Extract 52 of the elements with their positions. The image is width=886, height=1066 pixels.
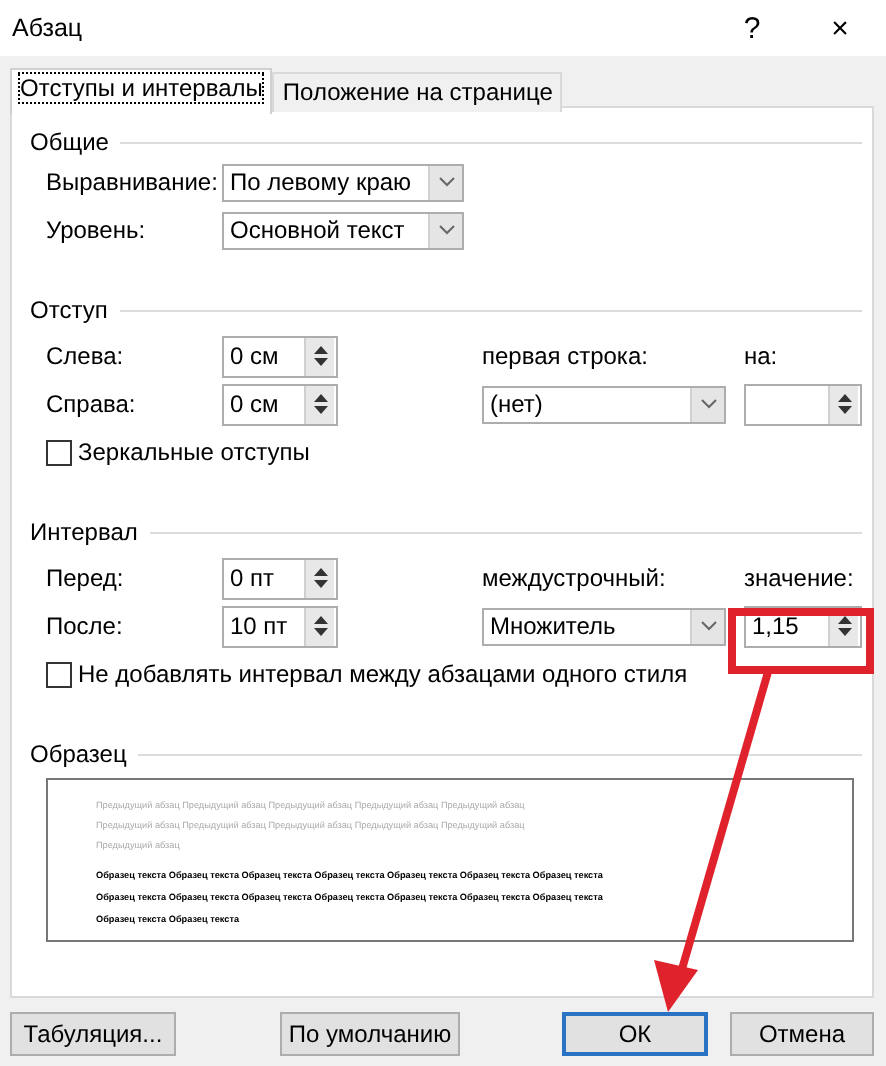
down-arrow-icon[interactable] [311,404,329,416]
window-title: Абзац [12,14,83,42]
checkbox[interactable] [46,439,72,465]
field-label: междустрочный: [482,564,668,592]
field-label: Справа: [46,390,138,418]
up-arrow-icon[interactable] [835,614,853,626]
field-label: значение: [744,564,856,592]
chevron-down-icon[interactable] [699,620,717,632]
up-arrow-icon[interactable] [311,614,329,626]
up-arrow-icon[interactable] [311,566,329,578]
help-button[interactable]: ? [722,11,782,45]
group-title: Образец [30,740,127,768]
up-arrow-icon[interactable] [311,344,329,356]
up-arrow-icon[interactable] [835,392,853,404]
dialog-button[interactable]: По умолчанию [280,1012,460,1056]
checkbox-label: Не добавлять интервал между абзацами одного стиля [78,660,688,688]
spin-field[interactable]: 0 см [222,383,338,425]
dropdown[interactable]: По левому краю [222,163,464,201]
dropdown[interactable]: Основной текст [222,211,464,249]
spin-field[interactable] [744,383,862,425]
field-label: первая строка: [482,342,650,370]
down-arrow-icon[interactable] [311,626,329,638]
field-label: Выравнивание: [46,168,220,196]
dialog-button[interactable]: ОК [562,1012,708,1056]
checkbox[interactable] [46,661,72,687]
tab[interactable]: Положение на странице [272,72,563,112]
chevron-down-icon[interactable] [699,398,717,410]
tab[interactable]: Отступы и интервалы [10,68,273,114]
down-arrow-icon[interactable] [835,404,853,416]
down-arrow-icon[interactable] [311,578,329,590]
dropdown[interactable]: Множитель [482,607,726,645]
group-title: Отступ [30,296,108,324]
down-arrow-icon[interactable] [835,626,853,638]
field-label: Слева: [46,342,126,370]
down-arrow-icon[interactable] [311,356,329,368]
field-label: Перед: [46,564,126,592]
up-arrow-icon[interactable] [311,392,329,404]
group-title: Интервал [30,518,138,546]
field-label: Уровень: [46,216,148,244]
dialog-button[interactable]: Отмена [730,1012,874,1056]
group-title: Общие [30,128,109,156]
close-button[interactable]: × [810,11,870,45]
field-label: После: [46,612,125,640]
field-label: на: [744,342,780,370]
dropdown[interactable]: (нет) [482,385,726,423]
chevron-down-icon[interactable] [437,224,455,236]
spin-field[interactable]: 0 см [222,335,338,377]
dialog-button[interactable]: Табуляция... [10,1012,176,1056]
spin-field[interactable]: 10 пт [222,605,338,647]
chevron-down-icon[interactable] [437,176,455,188]
spin-field[interactable]: 0 пт [222,557,338,599]
checkbox-label: Зеркальные отступы [78,438,310,466]
